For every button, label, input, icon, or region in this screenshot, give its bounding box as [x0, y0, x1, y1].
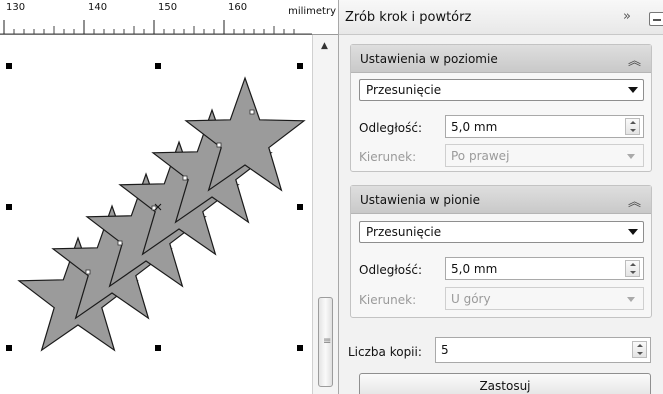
- star-drawing: [6, 63, 306, 352]
- ruler-unit-label: milimetry: [288, 6, 336, 17]
- node-marker: [249, 109, 255, 115]
- step-and-repeat-docker: Zrób krok i powtórz » Ustawienia w pozio…: [338, 0, 663, 394]
- selection-handle[interactable]: [297, 345, 303, 351]
- vertical-distance-input[interactable]: 5,0 mm: [445, 257, 644, 280]
- horizontal-settings-group: Ustawienia w poziomie ︽ Przesunięcie Odl…: [350, 44, 652, 172]
- star-group[interactable]: [17, 76, 306, 352]
- horizontal-settings-title: Ustawienia w poziomie: [360, 52, 498, 66]
- dropdown-arrow-icon: [627, 297, 635, 302]
- ruler-number: 130: [6, 2, 26, 13]
- scroll-up-arrow-icon[interactable]: ▲: [321, 41, 328, 51]
- canvas-area: 130 140 150 160 milimetry ▲ ≡: [0, 0, 338, 394]
- selection-handle[interactable]: [6, 345, 12, 351]
- double-chevron-right-icon[interactable]: »: [623, 9, 631, 24]
- selection-handle[interactable]: [6, 63, 12, 69]
- node-marker: [216, 142, 222, 148]
- horizontal-ruler[interactable]: 130 140 150 160 milimetry: [0, 0, 338, 35]
- grip-icon: ≡: [323, 336, 332, 347]
- vertical-direction-value: U góry: [451, 292, 491, 306]
- vertical-distance-value: 5,0 mm: [451, 262, 498, 276]
- vertical-settings-group: Ustawienia w pionie ︽ Przesunięcie Odleg…: [350, 185, 652, 318]
- selection-handle[interactable]: [6, 204, 12, 210]
- vertical-settings-header[interactable]: Ustawienia w pionie ︽: [351, 186, 651, 214]
- horizontal-distance-value: 5,0 mm: [451, 120, 498, 134]
- vertical-direction-select[interactable]: U góry: [445, 287, 644, 310]
- node-marker: [117, 240, 123, 246]
- horizontal-direction-select[interactable]: Po prawej: [445, 144, 644, 167]
- ruler-number: 160: [228, 2, 248, 13]
- node-marker: [182, 175, 188, 181]
- selection-handle[interactable]: [297, 63, 303, 69]
- dropdown-arrow-icon: [627, 154, 635, 159]
- vertical-settings-title: Ustawienia w pionie: [360, 193, 480, 207]
- scrollbar-thumb[interactable]: ≡: [318, 297, 333, 387]
- copies-input[interactable]: 5: [435, 337, 651, 363]
- docker-title: Zrób krok i powtórz: [345, 10, 472, 25]
- collapse-chevron-icon[interactable]: ︽: [628, 50, 641, 69]
- horizontal-direction-value: Po prawej: [451, 149, 510, 163]
- dropdown-arrow-icon[interactable]: [628, 87, 638, 93]
- vertical-mode-value: Przesunięcie: [366, 225, 442, 239]
- node-marker: [85, 269, 91, 275]
- dropdown-arrow-icon[interactable]: [628, 229, 638, 235]
- selection-handle[interactable]: [155, 345, 161, 351]
- vertical-scrollbar[interactable]: ▲ ≡: [312, 35, 338, 394]
- vertical-distance-label: Odległość:: [359, 263, 423, 277]
- copies-value: 5: [441, 343, 449, 357]
- horizontal-distance-label: Odległość:: [359, 121, 423, 135]
- spinner-arrows-icon[interactable]: [625, 260, 640, 277]
- vertical-direction-label: Kierunek:: [359, 293, 417, 307]
- horizontal-distance-input[interactable]: 5,0 mm: [445, 115, 644, 138]
- vertical-mode-select[interactable]: Przesunięcie: [359, 221, 644, 243]
- apply-button[interactable]: Zastosuj: [359, 373, 651, 394]
- horizontal-settings-header[interactable]: Ustawienia w poziomie ︽: [351, 45, 651, 73]
- horizontal-direction-label: Kierunek:: [359, 150, 417, 164]
- collapse-chevron-icon[interactable]: ︽: [628, 191, 641, 210]
- spinner-arrows-icon[interactable]: [625, 118, 640, 135]
- horizontal-mode-select[interactable]: Przesunięcie: [359, 79, 644, 101]
- ruler-number: 140: [88, 2, 108, 13]
- docker-header: Zrób krok i powtórz »: [339, 0, 663, 35]
- ruler-number: 150: [158, 2, 178, 13]
- drawing-canvas[interactable]: [0, 35, 312, 394]
- copies-label: Liczba kopii:: [348, 345, 422, 359]
- horizontal-mode-value: Przesunięcie: [366, 83, 442, 97]
- minimize-icon[interactable]: [649, 12, 663, 26]
- selection-handle[interactable]: [297, 204, 303, 210]
- selection-handle[interactable]: [155, 63, 161, 69]
- ruler-ticks: [0, 20, 312, 35]
- spinner-arrows-icon[interactable]: [632, 341, 647, 358]
